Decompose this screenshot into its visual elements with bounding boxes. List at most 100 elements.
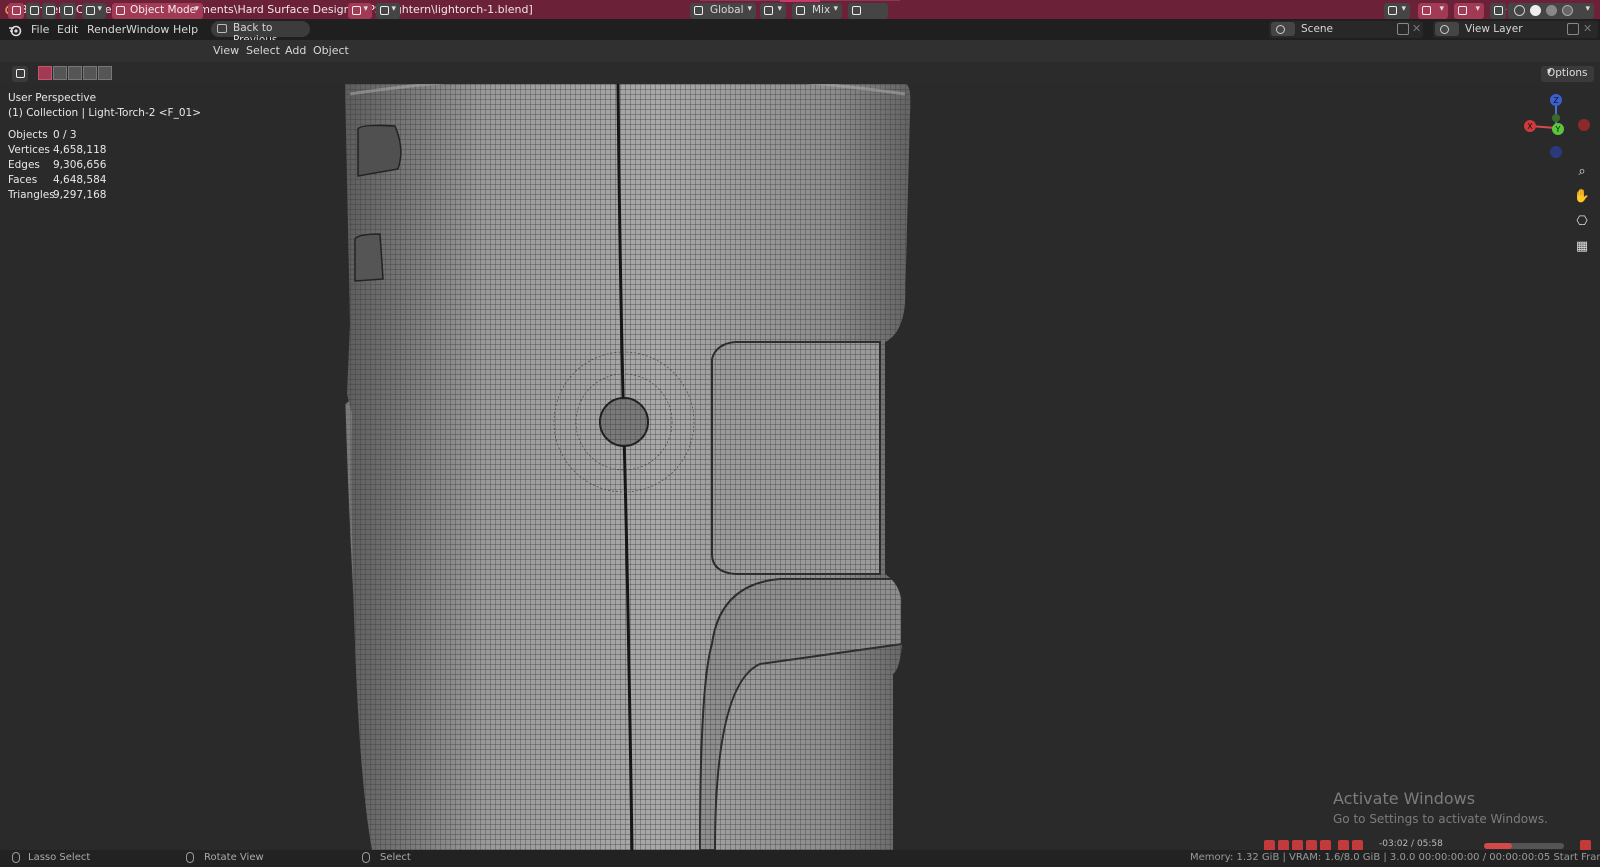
options-dropdown[interactable]: Options ▾: [1541, 66, 1594, 82]
overlay-toggle-button[interactable]: ▾: [1454, 3, 1484, 19]
menu-bar: File Edit Render Window Help Back to Pre…: [0, 19, 1600, 46]
camera-icon[interactable]: ⎔: [1573, 213, 1591, 231]
title-accent-line: [700, 0, 780, 1]
dot-icon: [852, 6, 861, 15]
status-lasso-select: Lasso Select: [28, 852, 91, 863]
orientation-icon: [694, 6, 703, 15]
title-accent-highlight: [780, 0, 820, 2]
3d-viewport[interactable]: [0, 84, 1600, 850]
new-view-layer-icon[interactable]: [1567, 23, 1579, 35]
gizmo-icon: [1422, 6, 1431, 15]
falloff-icon: [380, 6, 389, 15]
neg-x-axis-handle[interactable]: [1578, 119, 1590, 131]
back-to-previous-button[interactable]: Back to Previous: [211, 21, 310, 46]
header-menu-object[interactable]: Object: [313, 44, 349, 57]
status-select: Select: [380, 852, 411, 863]
chevron-down-icon: ▾: [747, 4, 752, 14]
menu-render[interactable]: Render: [87, 23, 126, 36]
select-tool-button[interactable]: [8, 3, 24, 19]
chevron-down-icon: ▾: [391, 4, 396, 14]
hand-pan-icon[interactable]: ✋: [1573, 188, 1591, 206]
snap-dropdown[interactable]: Mix ▾: [792, 3, 842, 19]
rendered-shading-icon[interactable]: [1562, 5, 1573, 16]
navigation-gizmo[interactable]: Z X Y: [1516, 88, 1596, 168]
scale-icon: [46, 6, 55, 15]
proportional-edit-button[interactable]: ▾: [348, 3, 372, 19]
select-mode-intersect[interactable]: [98, 66, 112, 80]
stat-value: 9,306,656: [53, 159, 107, 171]
stat-value: 4,658,118: [53, 144, 107, 156]
header-menu-add[interactable]: Add: [285, 44, 306, 57]
view-layer-name: View Layer: [1465, 23, 1523, 35]
menu-file[interactable]: File: [31, 23, 49, 36]
playback-timecode: -03:02 / 05:58: [1379, 839, 1443, 849]
stat-label: Triangles: [8, 189, 55, 201]
link-icon: [64, 6, 73, 15]
select-mode-extend[interactable]: [53, 66, 67, 80]
proportional-icon: [352, 6, 361, 15]
link-tool-button[interactable]: [60, 3, 76, 19]
stat-row: Vertices 4,658,118: [8, 143, 208, 158]
activate-subtext: Go to Settings to activate Windows.: [1333, 812, 1548, 826]
neg-z-axis-handle[interactable]: [1550, 146, 1562, 158]
snap-label: Mix: [812, 4, 831, 16]
material-shading-icon[interactable]: [1546, 5, 1557, 16]
grid-icon[interactable]: ▦: [1573, 238, 1591, 256]
select-mode-invert[interactable]: [83, 66, 97, 80]
shading-mode-buttons[interactable]: ▾: [1508, 3, 1594, 19]
chevron-down-icon: ▾: [1439, 4, 1444, 14]
editor-type-button[interactable]: ▾: [82, 3, 106, 19]
move-tool-button[interactable]: [26, 3, 40, 19]
transform-orientation-dropdown[interactable]: Global ▾: [690, 3, 756, 19]
x-axis-label: X: [1527, 122, 1533, 131]
tool-settings-button[interactable]: [12, 66, 28, 82]
blender-menu-icon[interactable]: [8, 23, 22, 37]
menu-edit[interactable]: Edit: [57, 23, 78, 36]
header-menu-select[interactable]: Select: [246, 44, 280, 57]
arrow-cursor-icon: [16, 69, 25, 78]
proportional-falloff-button[interactable]: [848, 3, 888, 19]
scene-name: Scene: [1301, 23, 1334, 35]
chevron-down-icon: ▾: [363, 4, 368, 14]
visibility-button[interactable]: ▾: [1384, 3, 1410, 19]
scene-icon: [1271, 22, 1295, 36]
object-mode-dropdown[interactable]: Object Mode ▾: [112, 3, 203, 19]
select-mode-subtract[interactable]: [68, 66, 82, 80]
view-layer-selector[interactable]: View Layer ✕: [1433, 21, 1598, 38]
scene-selector[interactable]: Scene ✕: [1269, 21, 1423, 38]
new-scene-icon[interactable]: [1397, 23, 1409, 35]
eye-icon: [1388, 6, 1397, 15]
scale-tool-button[interactable]: [42, 3, 56, 19]
chevron-down-icon: ▾: [97, 4, 102, 14]
delete-view-layer-icon[interactable]: ✕: [1583, 22, 1592, 35]
header-menu-view[interactable]: View: [213, 44, 239, 57]
object-mode-icon: [116, 6, 125, 15]
wireframe-mesh: [344, 84, 911, 850]
menu-help[interactable]: Help: [173, 23, 198, 36]
solid-shading-icon[interactable]: [1530, 5, 1541, 16]
pivot-point-button[interactable]: ▾: [760, 3, 786, 19]
xray-icon: [1494, 6, 1503, 15]
stat-row: Edges 9,306,656: [8, 158, 208, 173]
gizmo-toggle-button[interactable]: ▾: [1418, 3, 1448, 19]
stat-value: 0 / 3: [53, 129, 77, 141]
delete-scene-icon[interactable]: ✕: [1412, 22, 1421, 35]
overlay-icon: [1458, 6, 1467, 15]
chevron-down-icon: ▾: [194, 4, 199, 14]
xray-button[interactable]: [1490, 3, 1506, 19]
z-axis-label: Z: [1553, 96, 1559, 105]
snap-icon: [796, 6, 805, 15]
playback-progress-fill: [1484, 843, 1512, 849]
viewport-info: User Perspective (1) Collection | Light-…: [8, 91, 201, 121]
stat-label: Objects: [8, 129, 48, 141]
playback-progress[interactable]: [1484, 843, 1564, 849]
falloff-button[interactable]: ▾: [376, 3, 400, 19]
menu-window[interactable]: Window: [126, 23, 169, 36]
wireframe-shading-icon[interactable]: [1514, 5, 1525, 16]
neg-y-axis-handle[interactable]: [1552, 114, 1560, 122]
mouse-left-icon: [12, 852, 20, 863]
select-mode-new[interactable]: [38, 66, 52, 80]
move-icon: [30, 6, 39, 15]
screen-icon: [217, 24, 227, 33]
zoom-icon[interactable]: ⌕: [1573, 163, 1591, 181]
